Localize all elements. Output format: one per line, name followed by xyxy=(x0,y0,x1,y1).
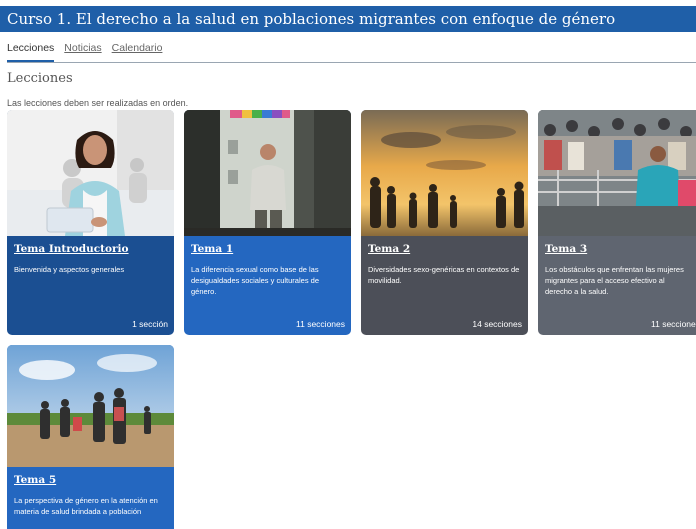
lesson-card-title[interactable]: Tema Introductorio xyxy=(14,243,167,255)
lesson-card-tema-3[interactable]: Tema 3 Los obstáculos que enfrentan las … xyxy=(538,110,696,335)
lesson-card-intro[interactable]: Tema Introductorio Bienvenida y aspectos… xyxy=(7,110,174,335)
section-title: Lecciones xyxy=(7,71,73,86)
lesson-card-section-count: 11 secciones xyxy=(651,319,696,329)
lesson-card-description: La diferencia sexual como base de las de… xyxy=(191,265,319,296)
lesson-card-title[interactable]: Tema 3 xyxy=(545,243,689,255)
tab-lecciones[interactable]: Lecciones xyxy=(7,42,55,62)
lesson-card-image xyxy=(184,110,351,236)
section-instructions: Las lecciones deben ser realizadas en or… xyxy=(7,98,189,108)
lesson-card-description: Bienvenida y aspectos generales xyxy=(14,265,125,274)
lesson-card-section-count: 14 secciones xyxy=(472,319,522,329)
lesson-card-section-count: 11 secciones xyxy=(296,319,345,329)
course-title-bar: Curso 1. El derecho a la salud en poblac… xyxy=(0,6,696,32)
lesson-card-image xyxy=(7,345,174,467)
lesson-card-image xyxy=(7,110,174,236)
lesson-card-description: La perspectiva de género en la atención … xyxy=(14,496,158,516)
lesson-card-tema-5[interactable]: Tema 5 La perspectiva de género en la at… xyxy=(7,345,174,529)
lesson-card-section-count: 1 sección xyxy=(132,319,168,329)
lesson-card-description: Diversidades sexo-genéricas en contextos… xyxy=(368,265,520,285)
lesson-card-description: Los obstáculos que enfrentan las mujeres… xyxy=(545,265,684,296)
tab-calendario[interactable]: Calendario xyxy=(112,42,163,62)
tabs-divider xyxy=(7,62,696,63)
lesson-card-title[interactable]: Tema 5 xyxy=(14,474,167,486)
lesson-card-title[interactable]: Tema 1 xyxy=(191,243,344,255)
course-title: Curso 1. El derecho a la salud en poblac… xyxy=(7,10,616,28)
lesson-card-image xyxy=(361,110,528,236)
lesson-card-image xyxy=(538,110,696,236)
course-tabs: Lecciones Noticias Calendario xyxy=(7,42,162,62)
lesson-card-tema-2[interactable]: Tema 2 Diversidades sexo-genéricas en co… xyxy=(361,110,528,335)
lesson-card-title[interactable]: Tema 2 xyxy=(368,243,521,255)
tab-noticias[interactable]: Noticias xyxy=(64,42,101,62)
lesson-card-tema-1[interactable]: Tema 1 La diferencia sexual como base de… xyxy=(184,110,351,335)
